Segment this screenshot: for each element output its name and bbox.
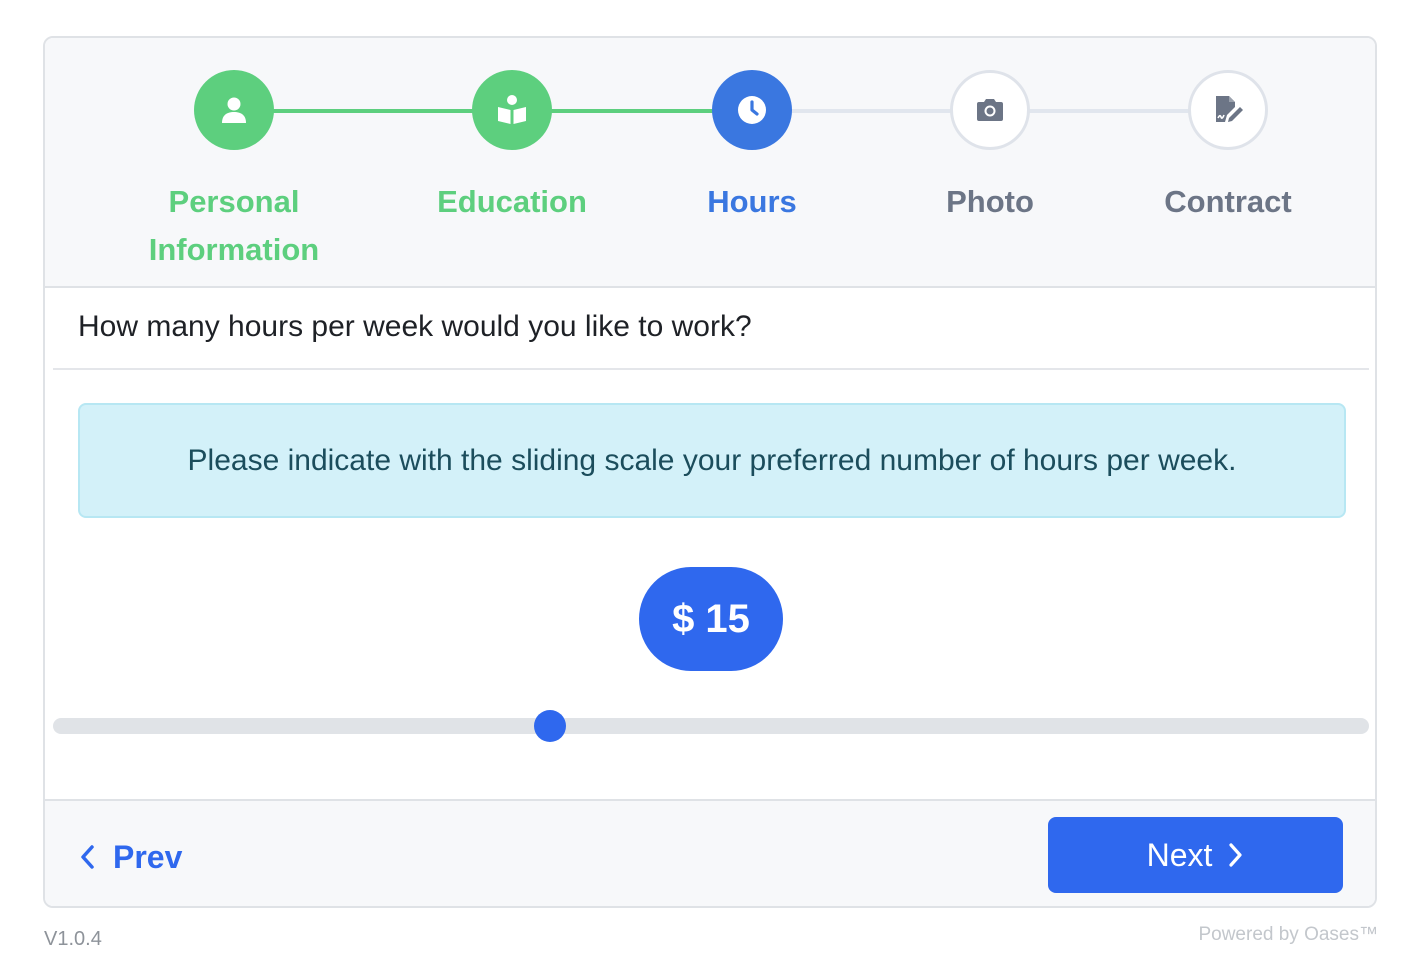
slider-value-label: $ 15 bbox=[672, 596, 750, 641]
chevron-right-icon bbox=[1229, 843, 1242, 867]
step-label: Photo bbox=[946, 184, 1034, 219]
step-contract[interactable]: Contract bbox=[1098, 70, 1358, 226]
user-icon bbox=[222, 97, 246, 123]
clock-icon bbox=[738, 96, 766, 124]
signature-icon bbox=[1216, 96, 1243, 122]
wizard-footer: Prev Next bbox=[45, 799, 1375, 906]
book-reader-icon bbox=[498, 95, 526, 124]
step-label: Hours bbox=[707, 184, 797, 219]
step-label: Contract bbox=[1164, 184, 1292, 219]
step-circle bbox=[194, 70, 274, 150]
step-circle bbox=[1188, 70, 1268, 150]
step-personal-information[interactable]: Personal Information bbox=[104, 70, 364, 274]
next-button[interactable]: Next bbox=[1048, 817, 1343, 893]
next-button-label: Next bbox=[1146, 836, 1213, 873]
camera-icon bbox=[977, 99, 1003, 121]
progress-stepper: Personal Information Education Hours Pho… bbox=[45, 38, 1375, 288]
step-hours[interactable]: Hours bbox=[622, 70, 882, 226]
step-label: Education bbox=[437, 184, 587, 219]
step-education[interactable]: Education bbox=[382, 70, 642, 226]
prev-button[interactable]: Prev bbox=[79, 827, 182, 887]
question-text: How many hours per week would you like t… bbox=[78, 310, 752, 343]
hours-slider-track[interactable] bbox=[53, 718, 1369, 734]
chevron-left-icon bbox=[81, 845, 94, 869]
wizard-card: Personal Information Education Hours Pho… bbox=[43, 36, 1377, 908]
step-circle bbox=[712, 70, 792, 150]
slider-value-bubble: $ 15 bbox=[639, 567, 783, 671]
step-label: Personal Information bbox=[148, 184, 320, 267]
powered-by-label: Powered by Oases™ bbox=[1198, 924, 1378, 945]
version-label: V1.0.4 bbox=[44, 928, 102, 950]
step-circle bbox=[472, 70, 552, 150]
info-alert: Please indicate with the sliding scale y… bbox=[78, 403, 1346, 518]
prev-button-label: Prev bbox=[113, 838, 183, 875]
divider bbox=[53, 368, 1369, 370]
step-photo[interactable]: Photo bbox=[860, 70, 1120, 226]
hours-slider-thumb[interactable] bbox=[534, 710, 567, 742]
info-alert-text: Please indicate with the sliding scale y… bbox=[187, 443, 1237, 477]
step-circle bbox=[950, 70, 1030, 150]
